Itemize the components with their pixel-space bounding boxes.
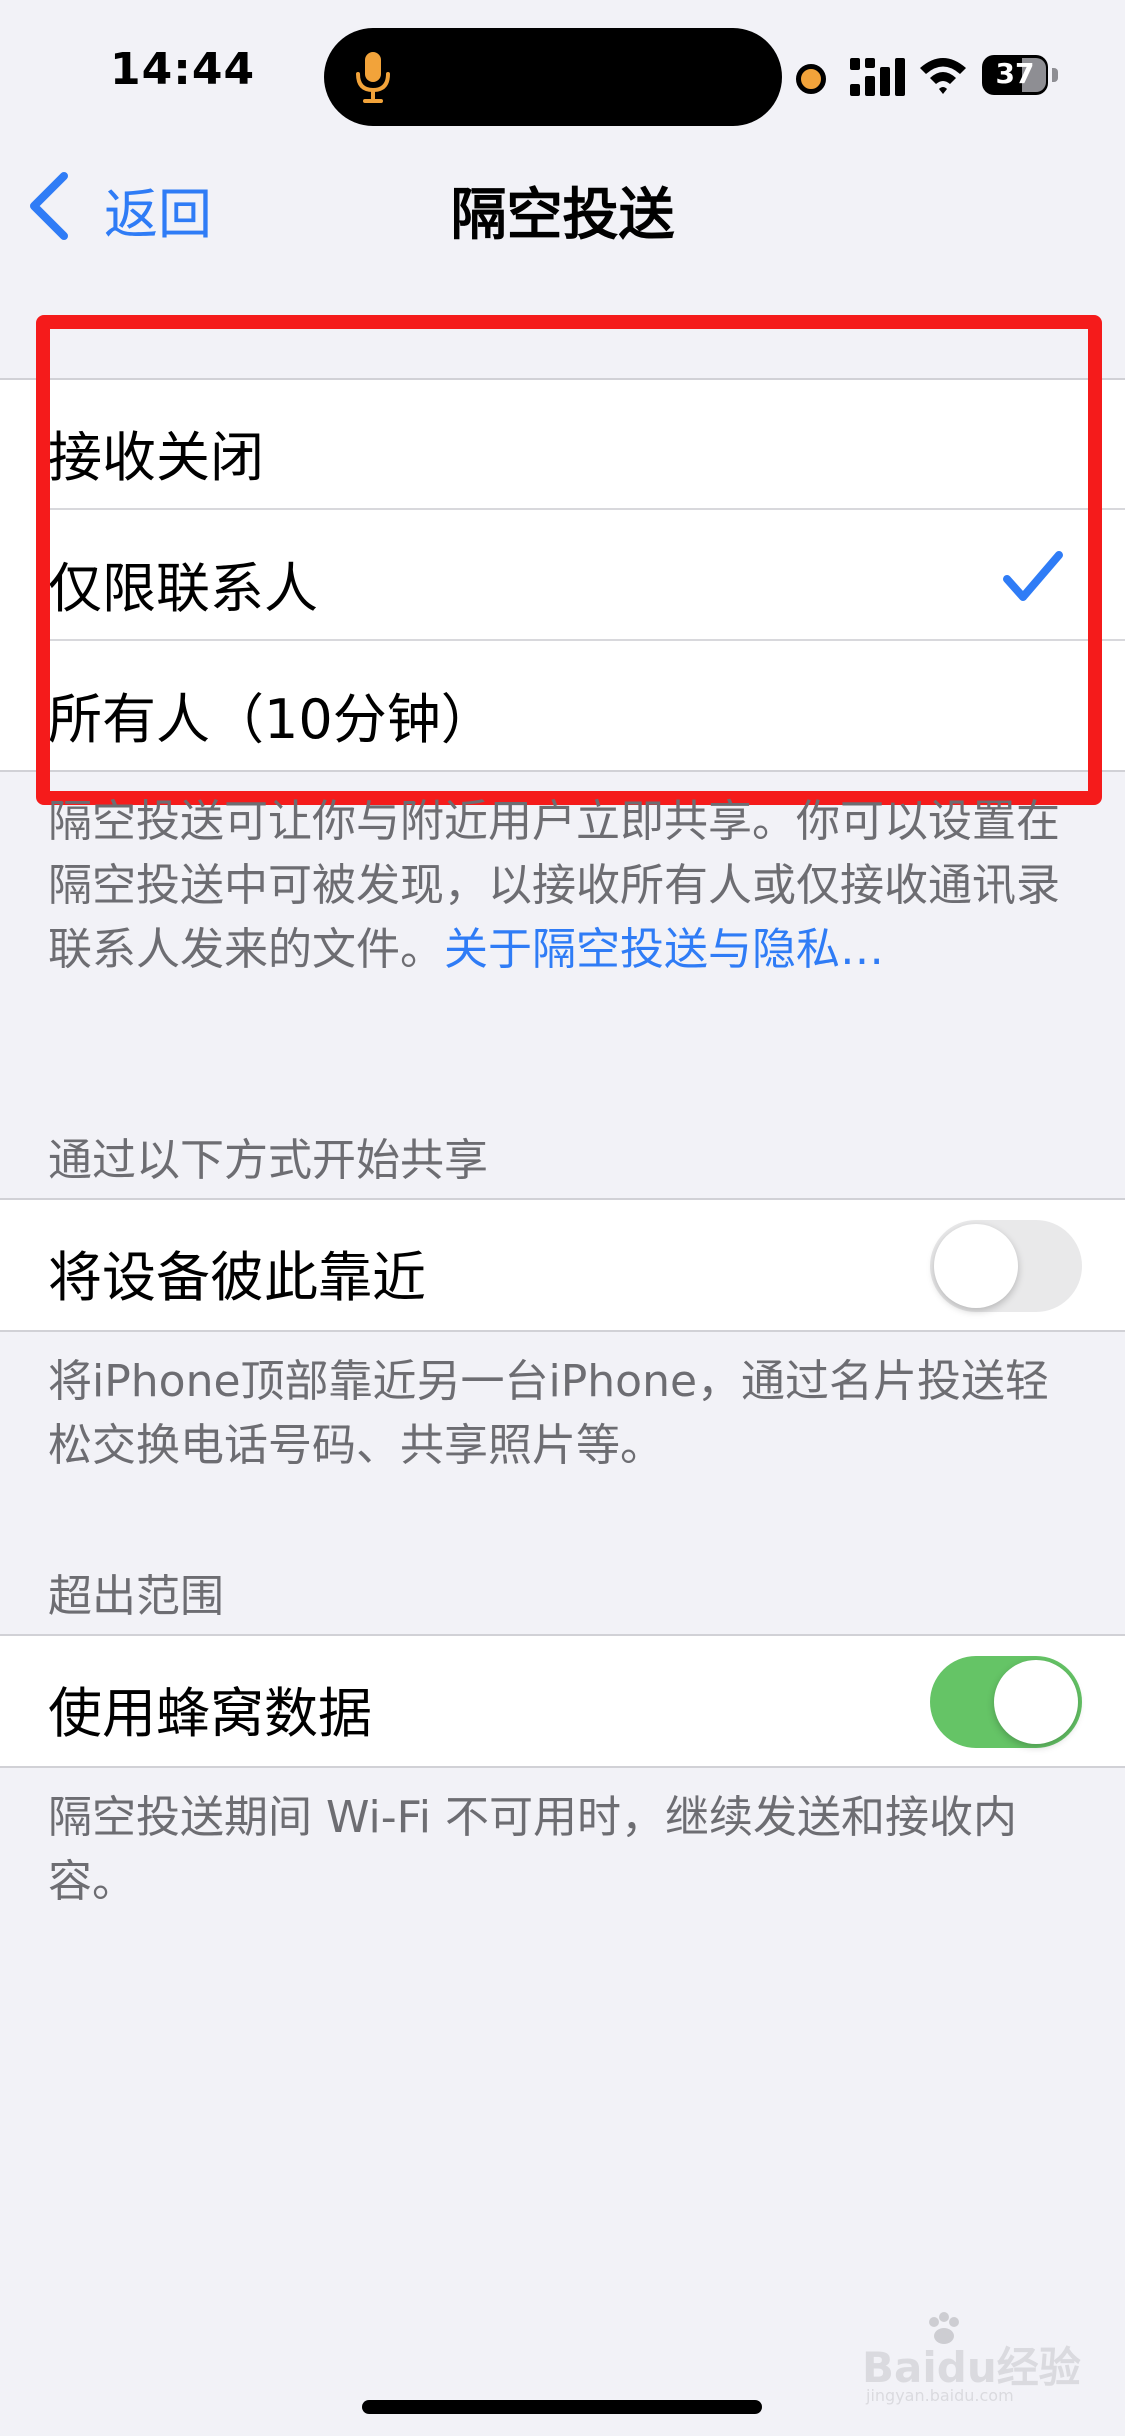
share-group: 将设备彼此靠近 — [0, 1198, 1125, 1332]
share-footer: 将iPhone顶部靠近另一台iPhone，通过名片投送轻松交换电话号码、共享照片… — [48, 1356, 1050, 1471]
share-section-header: 通过以下方式开始共享 — [48, 1135, 488, 1186]
wifi-icon — [920, 58, 966, 94]
baidu-watermark: Baidu经验 jingyan.baidu.com — [862, 2312, 1081, 2405]
watermark-subtext: jingyan.baidu.com — [866, 2386, 1014, 2405]
range-footer: 隔空投送期间 Wi-Fi 不可用时，继续发送和接收内容。 — [48, 1792, 1017, 1907]
toggle-knob — [934, 1224, 1018, 1308]
status-time: 14:44 — [110, 44, 256, 95]
toggle-knob — [994, 1660, 1078, 1744]
recording-indicator-dot — [796, 64, 826, 94]
receive-footer: 隔空投送可让你与附近用户立即共享。你可以设置在隔空投送中可被发现，以接收所有人或… — [48, 790, 1083, 982]
bring-devices-together-toggle[interactable] — [930, 1220, 1082, 1312]
row-label: 使用蜂窝数据 — [48, 1682, 372, 1745]
page-title: 隔空投送 — [450, 183, 675, 248]
cellular-signal-icon — [850, 58, 905, 96]
battery-level: 37 — [995, 57, 1035, 90]
use-cellular-data-toggle[interactable] — [930, 1656, 1082, 1748]
microphone-icon — [356, 52, 390, 103]
airdrop-privacy-link[interactable]: 关于隔空投送与隐私… — [444, 924, 884, 975]
bring-devices-together-row: 将设备彼此靠近 — [0, 1200, 1125, 1330]
home-indicator[interactable] — [362, 2400, 762, 2414]
range-group: 使用蜂窝数据 — [0, 1634, 1125, 1768]
battery-icon: 37 — [982, 55, 1060, 95]
highlight-box — [36, 315, 1102, 805]
use-cellular-data-row: 使用蜂窝数据 — [0, 1636, 1125, 1766]
row-label: 将设备彼此靠近 — [48, 1246, 426, 1309]
range-section-header: 超出范围 — [48, 1571, 224, 1622]
